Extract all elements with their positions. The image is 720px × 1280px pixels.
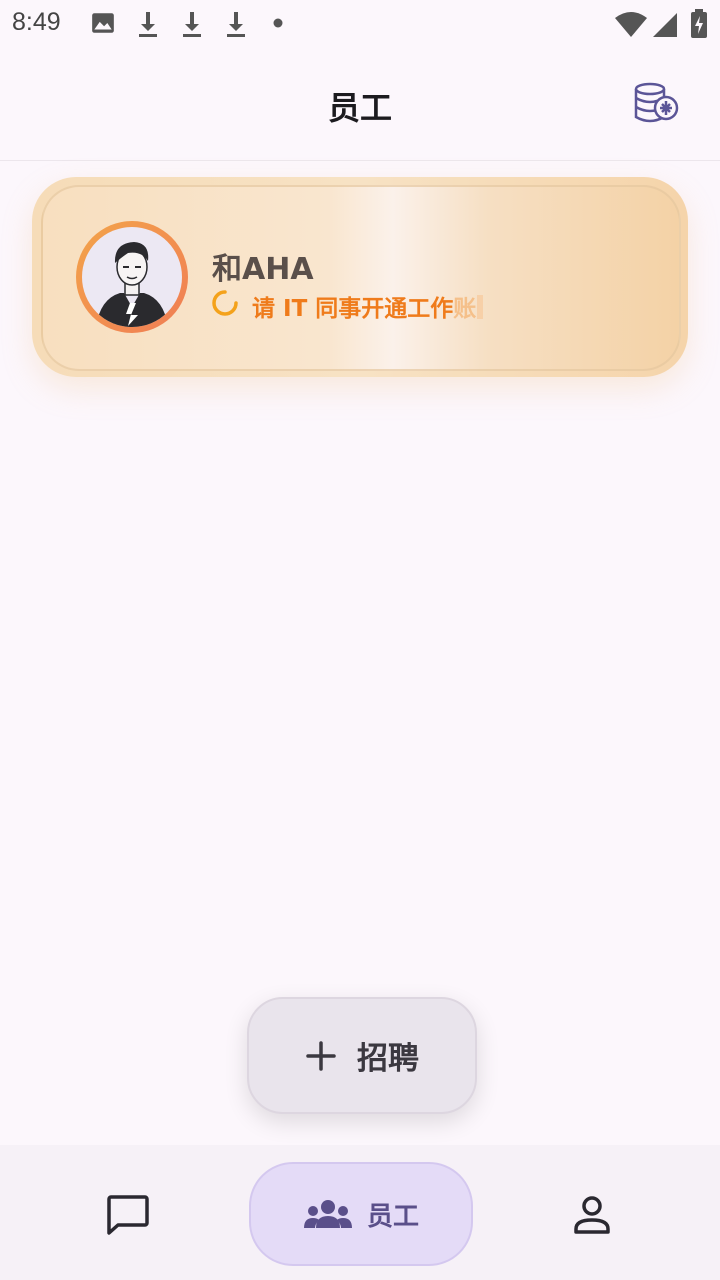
group-icon (303, 1200, 352, 1228)
employee-status: 请 IT 同事开通工作账 (252, 289, 484, 323)
download-icon (183, 12, 201, 37)
dot-icon (273, 18, 283, 28)
signal-icon (653, 13, 677, 37)
recruit-button-label: 招聘 (357, 1041, 419, 1077)
avatar-illustration (96, 242, 168, 327)
page-title: 员工 (327, 89, 392, 127)
person-icon (574, 1196, 610, 1234)
download-icon (139, 12, 157, 37)
status-bar: 8:49 (0, 0, 720, 50)
app-header: 员工 (0, 50, 720, 161)
plus-icon (306, 1040, 336, 1071)
download-icon (227, 12, 245, 37)
typing-caret (477, 295, 484, 319)
coin-stack-icon (634, 82, 679, 123)
chat-icon (107, 1195, 149, 1235)
nav-item-messages[interactable] (78, 1185, 178, 1245)
coin-stack-button[interactable] (632, 80, 682, 130)
battery-charging-icon (691, 9, 707, 38)
nav-item-staff-label: 员工 (366, 1201, 419, 1232)
status-time: 8:49 (12, 8, 61, 36)
nav-item-staff[interactable]: 员工 (249, 1162, 473, 1266)
employee-status-text: 请 IT 同事开通工作 (252, 296, 454, 322)
wifi-icon (615, 12, 647, 37)
employee-name: 和AHA (212, 252, 314, 287)
nav-item-profile[interactable] (542, 1185, 642, 1245)
employee-status-fading-char: 账 (453, 296, 477, 322)
avatar[interactable] (82, 227, 182, 327)
bottom-nav: 员工 (0, 1145, 720, 1280)
recruit-button[interactable]: 招聘 (247, 997, 477, 1114)
image-icon (92, 13, 114, 33)
loading-spinner-icon (212, 290, 238, 316)
